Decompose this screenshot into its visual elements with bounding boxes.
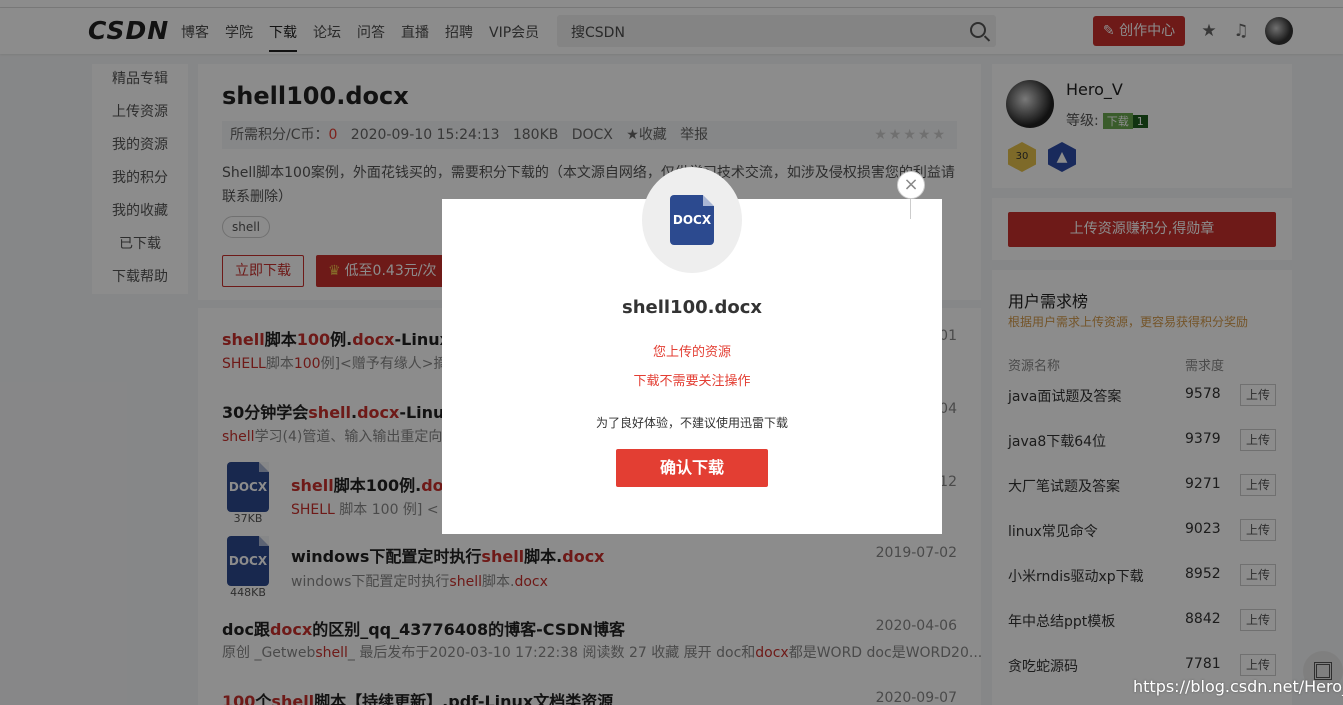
close-connector (910, 199, 911, 219)
confirm-download-button[interactable]: 确认下载 (616, 449, 768, 487)
docx-file-icon: DOCX (670, 195, 714, 245)
close-icon[interactable]: × (897, 171, 925, 199)
dialog-note: 为了良好体验，不建议使用迅雷下载 (595, 416, 788, 430)
dialog-message-uploaded: 您上传的资源 (652, 345, 731, 360)
dialog-title: shell100.docx (621, 297, 763, 318)
dialog-message-no-follow: 下载不需要关注操作 (633, 374, 751, 389)
blog-watermark: https://blog.csdn.net/Hero_V (1133, 677, 1343, 696)
